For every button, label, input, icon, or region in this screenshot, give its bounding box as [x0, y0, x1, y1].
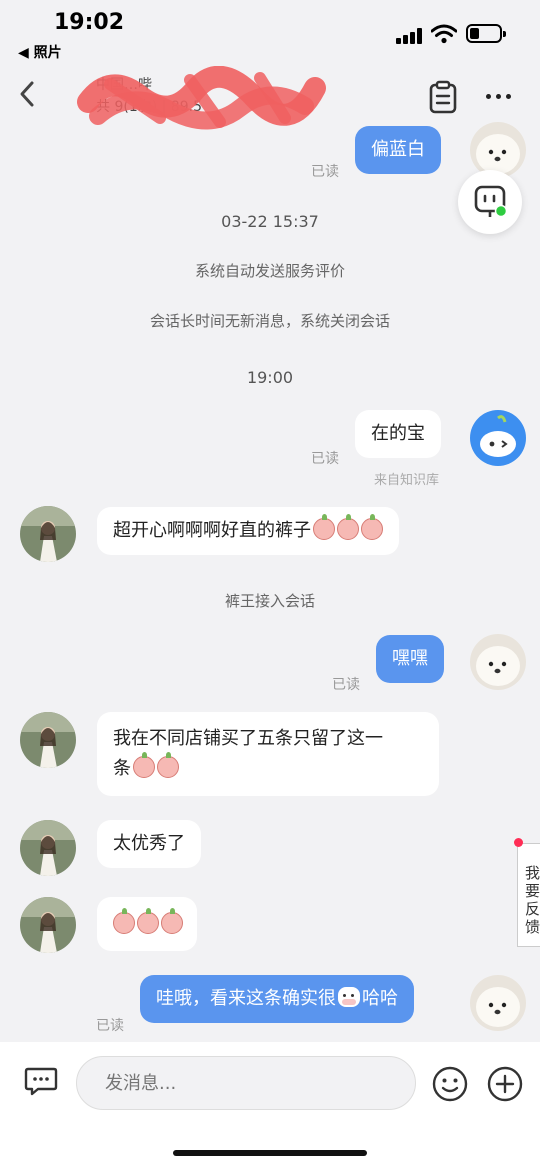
incoming-message[interactable]: 太优秀了	[97, 820, 201, 868]
battery-icon	[466, 24, 506, 43]
peach-emoji-icon	[157, 752, 179, 778]
outgoing-message[interactable]: 嘿嘿	[376, 635, 444, 683]
bot-avatar[interactable]	[470, 410, 526, 466]
incoming-message[interactable]: 我在不同店铺买了五条只留了这一 条	[97, 712, 439, 796]
redaction-scribble	[77, 66, 326, 130]
peach-emoji-icon	[137, 908, 159, 934]
system-message: 系统自动发送服务评价	[194, 262, 345, 280]
peach-emoji-icon	[161, 908, 183, 934]
quick-reply-icon[interactable]	[24, 1066, 58, 1096]
read-receipt: 已读	[96, 1018, 124, 1034]
incoming-message[interactable]	[97, 897, 197, 951]
system-message: 会话长时间无新消息，系统关闭会话	[149, 312, 390, 330]
message-source: 来自知识库	[374, 473, 440, 488]
back-chevron-icon[interactable]	[14, 78, 42, 110]
chat-header: 中国…哔 共 9(1次) | 89.5	[0, 66, 540, 130]
notification-dot	[514, 838, 523, 847]
status-time: 19:02	[54, 10, 125, 35]
cow-emoji-icon	[338, 987, 360, 1007]
input-bar	[0, 1042, 540, 1169]
timestamp: 03-22 15:37	[221, 212, 319, 231]
peach-emoji-icon	[133, 752, 155, 778]
read-receipt: 已读	[311, 451, 339, 467]
outgoing-message[interactable]: 偏蓝白	[355, 126, 441, 174]
message-input[interactable]	[76, 1056, 416, 1110]
outgoing-message[interactable]: 在的宝	[355, 410, 441, 458]
peach-emoji-icon	[337, 514, 359, 540]
status-bar: 19:02 ◀ 照片	[0, 0, 540, 66]
clipboard-icon[interactable]	[428, 80, 458, 114]
outgoing-message[interactable]: 哇哦，看来这条确实很 哈哈	[140, 975, 414, 1023]
incoming-message[interactable]: 超开心啊啊啊好直的裤子	[97, 507, 399, 555]
timestamp: 19:00	[246, 368, 294, 387]
read-receipt: 已读	[332, 677, 360, 693]
user-avatar[interactable]	[470, 634, 526, 690]
peach-emoji-icon	[313, 514, 335, 540]
signal-icon	[396, 28, 422, 44]
user-avatar[interactable]	[470, 975, 526, 1031]
peach-emoji-icon	[113, 908, 135, 934]
more-options-icon[interactable]	[484, 94, 514, 102]
wifi-icon	[431, 24, 457, 44]
customer-avatar[interactable]	[20, 506, 76, 562]
home-indicator	[173, 1150, 367, 1156]
customer-avatar[interactable]	[20, 712, 76, 768]
emoji-picker-icon[interactable]	[432, 1066, 468, 1102]
feedback-tab[interactable]: 我要反馈	[517, 843, 540, 947]
customer-avatar[interactable]	[20, 897, 76, 953]
customer-avatar[interactable]	[20, 820, 76, 876]
back-to-photos-link[interactable]: ◀ 照片	[18, 42, 62, 62]
system-message: 裤王接入会话	[224, 592, 315, 610]
peach-emoji-icon	[361, 514, 383, 540]
read-receipt: 已读	[311, 164, 339, 180]
plus-icon[interactable]	[487, 1066, 523, 1102]
